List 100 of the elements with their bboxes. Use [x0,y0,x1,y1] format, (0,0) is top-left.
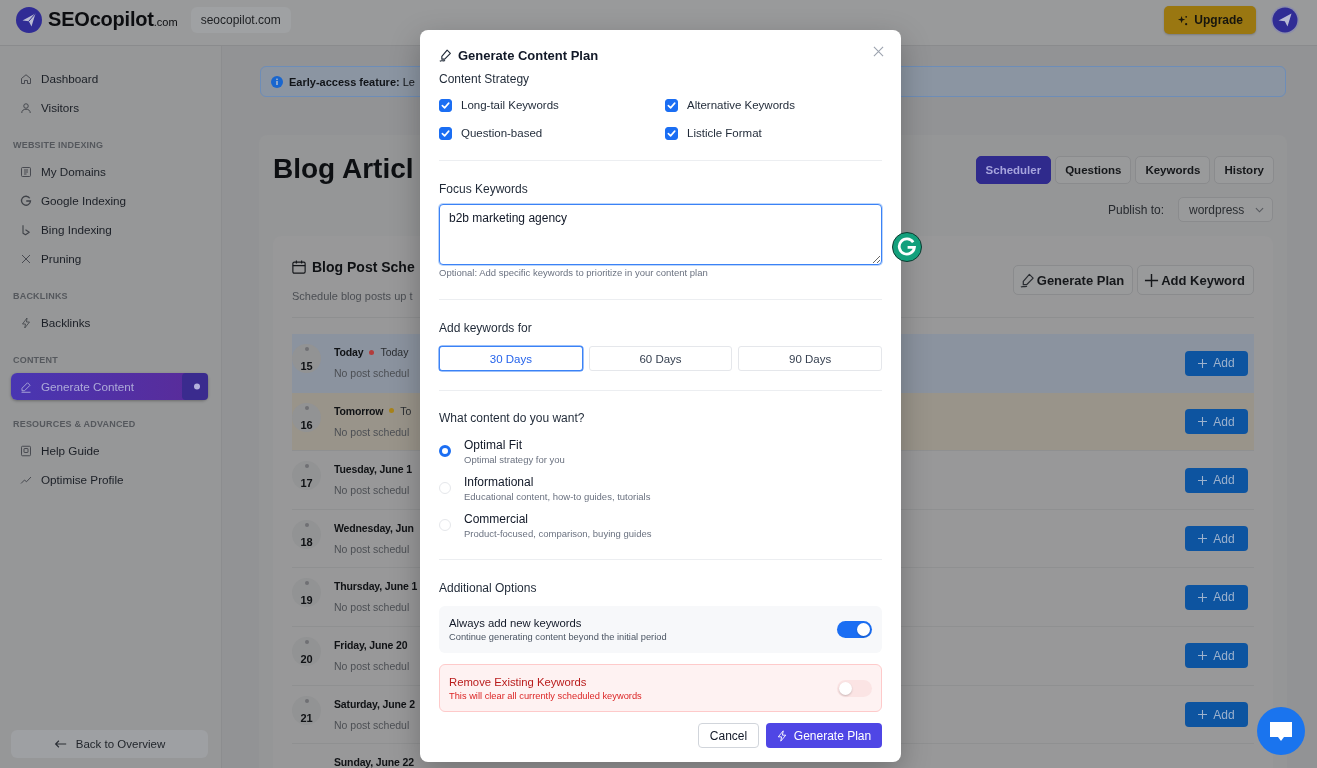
upgrade-button[interactable]: Upgrade [1164,6,1256,34]
add-button[interactable]: Add [1185,409,1248,435]
day-number: 15 [300,360,313,372]
pen-icon [1019,272,1035,288]
plus-icon [1198,592,1208,602]
dot-icon [304,698,309,703]
add-button[interactable]: Add [1185,350,1248,376]
logo-text: SEOcopilot.com [48,6,178,32]
sidebar-item[interactable]: Backlinks [11,308,208,337]
lightning-icon [776,729,787,742]
generate-plan-button[interactable]: Generate Plan [1012,265,1134,295]
keywords-field[interactable]: b2b marketing agency [439,204,882,265]
add-button[interactable]: Add [1185,702,1248,728]
close-icon[interactable] [873,45,884,57]
section-label: Content Strategy [439,72,531,86]
house-icon [20,72,32,85]
document-icon [20,165,32,178]
period-option[interactable]: 90 Days [738,346,882,371]
add-button[interactable]: Add [1185,526,1248,552]
g-badge-icon[interactable] [892,232,922,262]
period-option[interactable]: 60 Days [588,346,733,371]
g-icon [20,194,32,207]
paper-plane-avatar-icon[interactable] [1271,6,1299,34]
checkbox-label: Alternative Keywords [687,99,796,111]
row-title: Tomorrow [334,404,384,417]
check-icon [441,100,450,110]
calendar-icon [292,260,306,274]
row-title: Friday, June 20 [334,638,408,651]
generate-plan-button[interactable]: Generate Plan [766,723,882,748]
option-description: This will clear all currently scheduled keywords [449,689,642,702]
section-heading: WEBSITE INDEXING [13,138,105,151]
sidebar-item[interactable]: Help Guide [11,436,208,465]
back-button[interactable]: Back to Overview [11,730,208,758]
add-keyword-button[interactable]: Add Keyword [1137,265,1254,295]
day-number: 17 [300,477,313,490]
b-icon [20,223,32,236]
section-heading: CONTENT [13,353,59,366]
add-button[interactable]: Add [1185,467,1248,493]
sidebar-item[interactable]: Bing Indexing [11,215,208,244]
check-icon [667,128,676,138]
option-title: Commercial [464,512,529,526]
radio-button[interactable] [439,445,451,457]
checkbox[interactable] [439,98,452,112]
plus-icon [1198,417,1208,427]
row-status: No post schedul [334,483,411,498]
dot-icon [304,639,309,644]
lightning-icon [20,316,32,329]
row-status: No post schedul [334,541,411,556]
tab[interactable]: Scheduler [975,156,1052,184]
banner-text: Early-access feature: Le [289,75,415,88]
publish-label: Publish to: [1107,202,1164,217]
option-description: Continue generating content beyond the initial period [449,631,667,643]
field-hint: Optional: Add specific keywords to prioritize in your content plan [439,267,709,279]
row-status: No post schedul [334,717,411,732]
row-title: Saturday, June 2 [334,697,415,710]
tab[interactable]: Keywords [1135,156,1211,184]
row-tag: Today [380,346,409,358]
period-option[interactable]: 30 Days [439,346,583,371]
day-number: 19 [300,594,313,607]
plus-icon [1198,710,1208,720]
person-icon [20,101,32,114]
dot-icon [304,464,309,469]
section-label: What content do you want? [439,411,586,425]
checkbox[interactable] [665,126,678,140]
row-tag: To [400,404,412,417]
sparkle-icon [1177,14,1189,26]
option-title: Remove Existing Keywords [449,674,588,689]
publish-select[interactable]: wordpress [1178,197,1273,222]
checkbox-label: Listicle Format [687,127,762,139]
sidebar-item[interactable]: Visitors [11,93,208,122]
sidebar-item[interactable]: Generate Content [11,373,208,400]
row-title: Sunday, June 22 [334,756,414,768]
toggle-switch[interactable] [837,679,872,697]
option-title: Always add new keywords [449,616,583,630]
row-status: No post schedul [334,424,411,439]
domain-tag[interactable]: seocopilot.com [190,7,291,33]
checkbox-label: Long-tail Keywords [461,99,559,111]
dot-icon [304,405,309,410]
row-title: Tuesday, June 1 [334,463,412,476]
checkbox[interactable] [439,126,452,140]
sidebar-item[interactable]: Pruning [11,244,208,273]
tab[interactable]: Questions [1055,156,1132,184]
sidebar-item[interactable]: Google Indexing [11,186,208,215]
section-label: Add keywords for [439,321,533,335]
option-title: Informational [464,475,535,489]
sidebar-item[interactable]: Dashboard [11,64,208,93]
add-button[interactable]: Add [1185,584,1248,610]
toggle-switch[interactable] [837,621,872,638]
chat-icon[interactable] [1257,707,1305,755]
row-status: No post schedul [334,600,411,615]
tab[interactable]: History [1214,156,1274,184]
sidebar-item[interactable]: Optimise Profile [11,465,208,494]
cancel-button[interactable]: Cancel [698,723,759,748]
card-title: Blog Post Sche [312,259,415,275]
plus-icon [1198,358,1208,368]
checkbox[interactable] [665,98,678,112]
check-icon [667,100,676,110]
add-button[interactable]: Add [1185,643,1248,669]
section-label: Focus Keywords [439,182,529,196]
sidebar-item[interactable]: My Domains [11,157,208,186]
